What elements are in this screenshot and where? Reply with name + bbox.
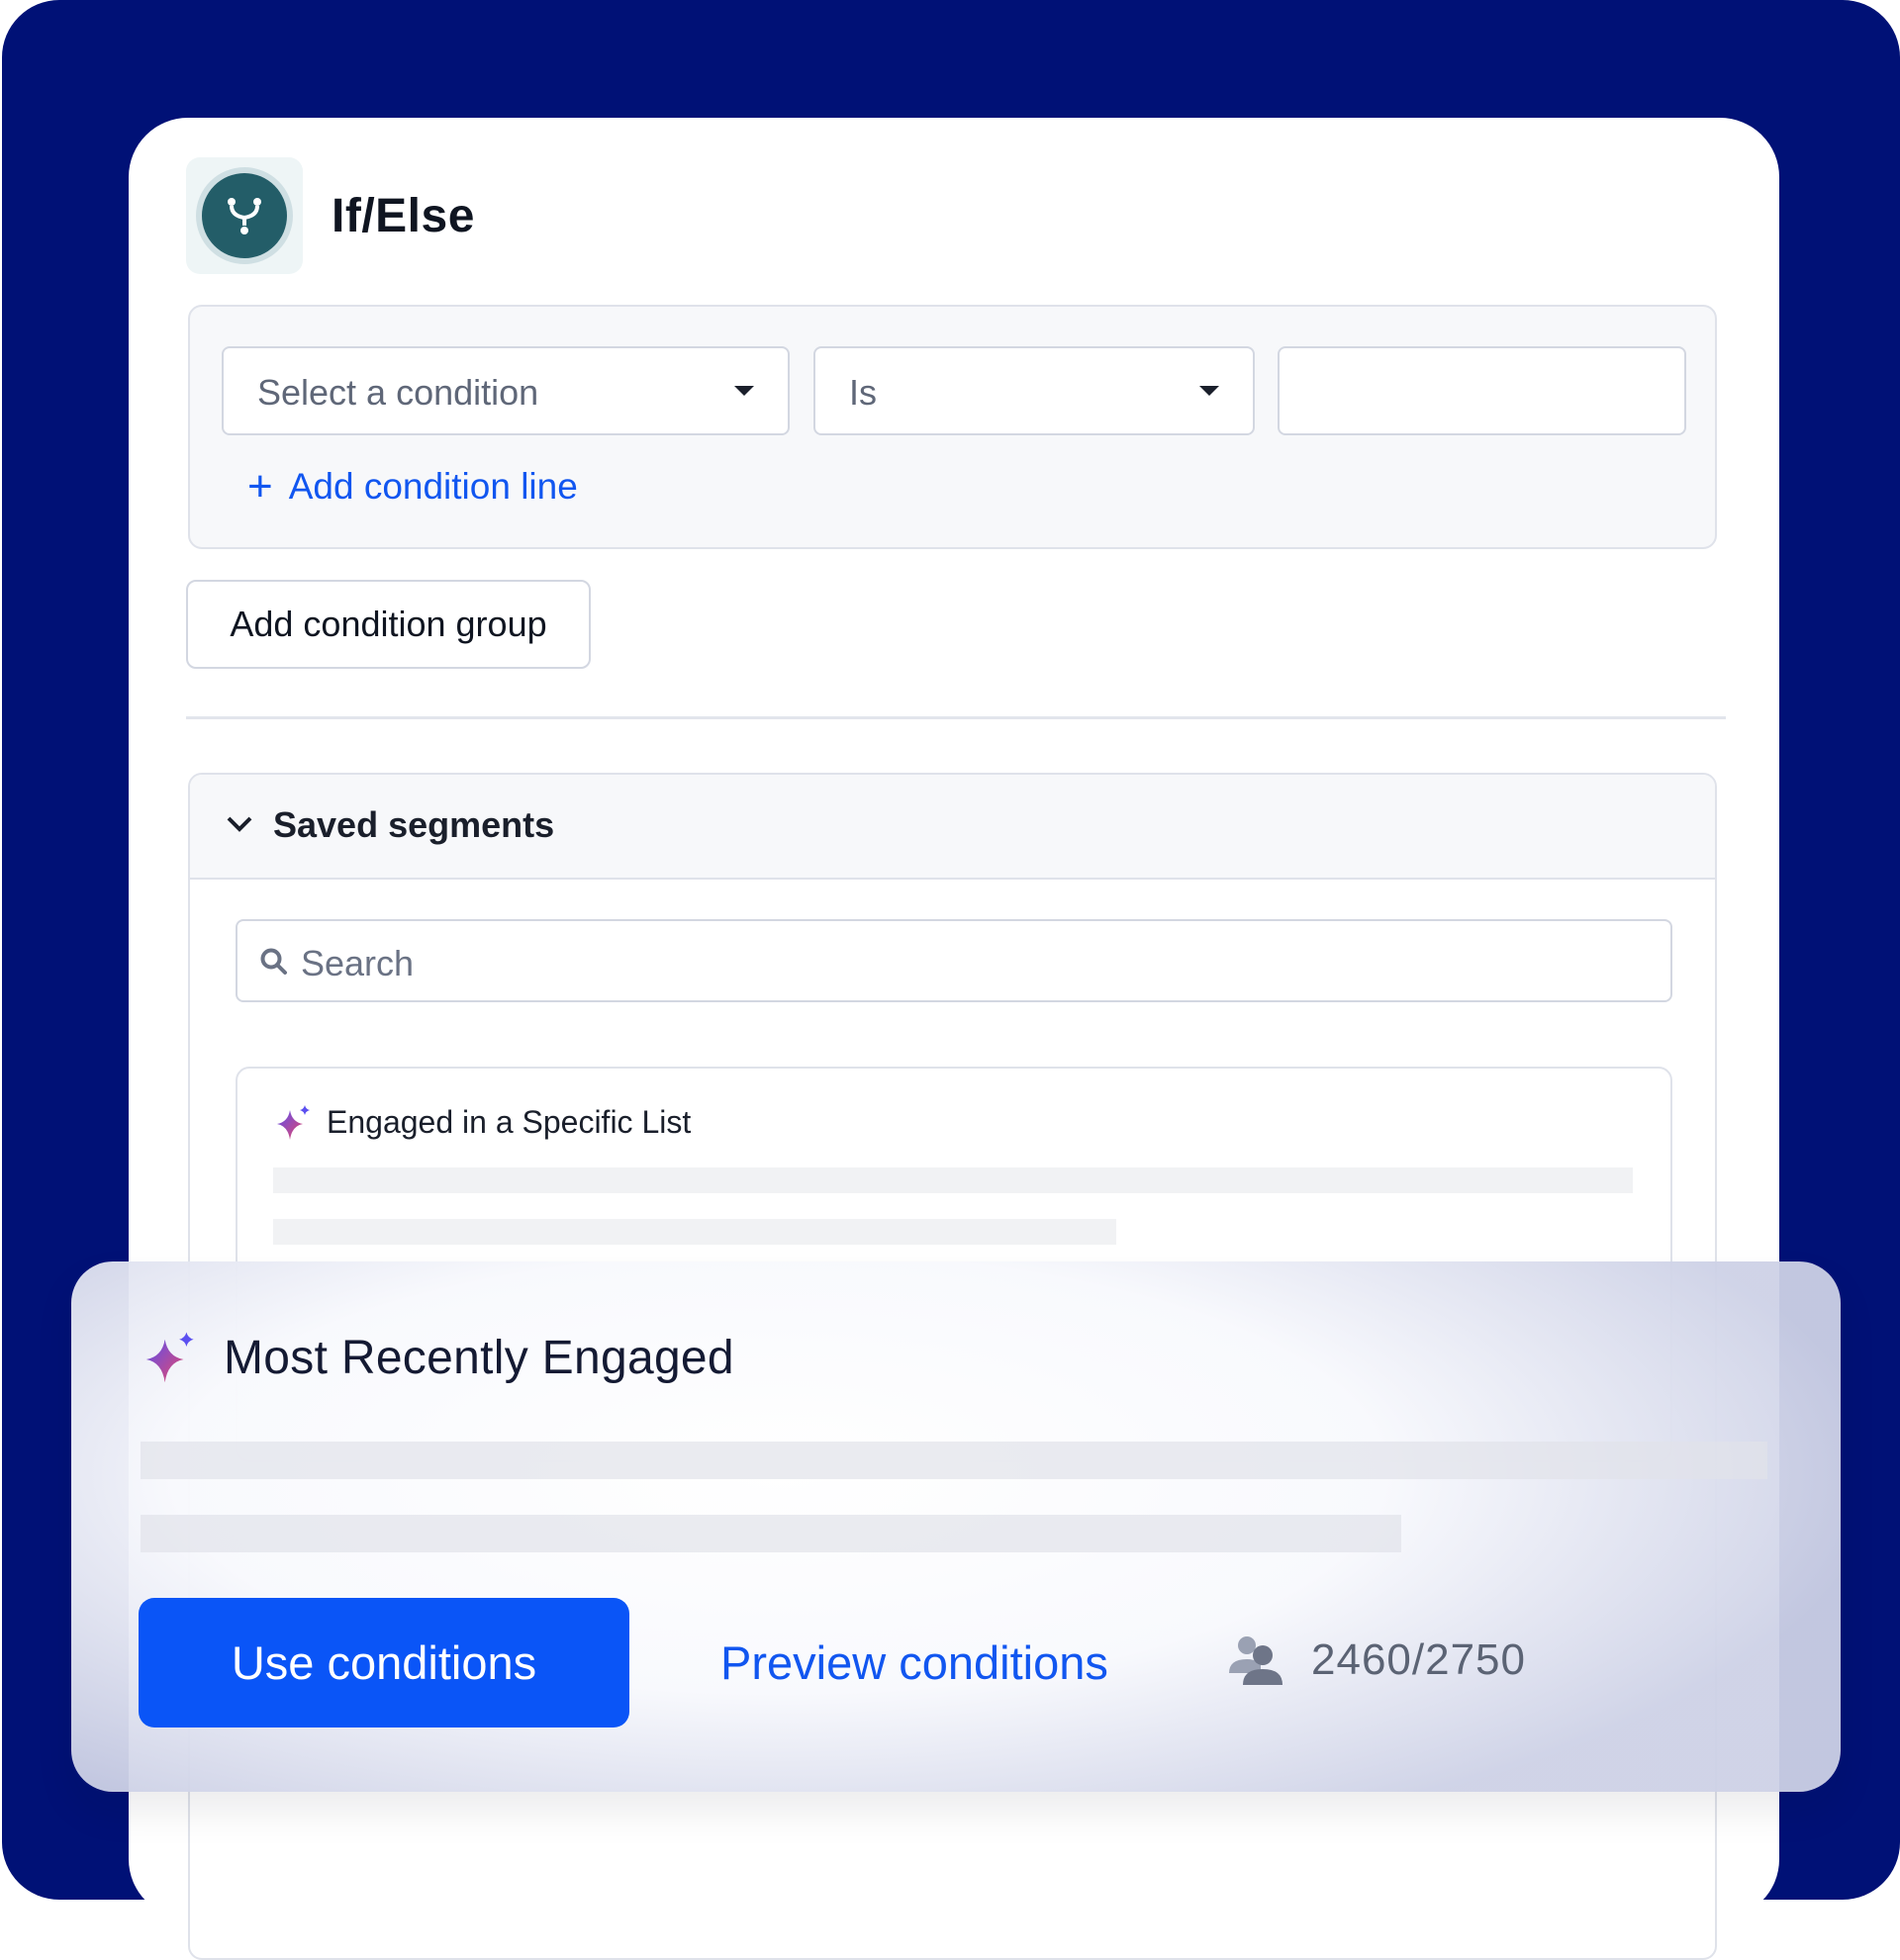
divider bbox=[186, 716, 1726, 719]
add-condition-group-button[interactable]: Add condition group bbox=[186, 580, 591, 669]
saved-segments-label: Saved segments bbox=[273, 804, 555, 845]
add-condition-line-label: Add condition line bbox=[288, 466, 578, 507]
branch-split-icon bbox=[202, 173, 287, 258]
segment-title: Most Recently Engaged bbox=[224, 1332, 734, 1384]
people-icon bbox=[1229, 1636, 1282, 1685]
search-icon bbox=[260, 948, 287, 975]
preview-conditions-link[interactable]: Preview conditions bbox=[720, 1635, 1108, 1690]
segment-name: Engaged in a Specific List bbox=[327, 1104, 692, 1140]
caret-down-icon bbox=[734, 386, 754, 396]
condition-group: Select a condition Is + Add condition li… bbox=[188, 305, 1717, 549]
skeleton-line bbox=[273, 1219, 1116, 1245]
search-placeholder: Search bbox=[301, 943, 415, 983]
operator-select-value: Is bbox=[849, 372, 878, 413]
sparkle-icon bbox=[145, 1332, 194, 1383]
plus-icon: + bbox=[247, 462, 273, 511]
skeleton-line bbox=[273, 1167, 1633, 1193]
audience-count: 2460/2750 bbox=[1311, 1635, 1526, 1684]
sparkle-icon bbox=[277, 1105, 310, 1140]
chevron-down-icon bbox=[227, 816, 252, 832]
caret-down-icon bbox=[1199, 386, 1219, 396]
add-condition-line-button[interactable]: + Add condition line bbox=[247, 465, 578, 509]
header-icon-container bbox=[186, 157, 303, 274]
highlighted-segment-card: Most Recently Engaged Use conditions Pre… bbox=[71, 1261, 1841, 1792]
condition-select[interactable]: Select a condition bbox=[222, 346, 790, 435]
search-input[interactable]: Search bbox=[236, 919, 1672, 1002]
operator-select[interactable]: Is bbox=[813, 346, 1255, 435]
saved-segments-header[interactable]: Saved segments bbox=[190, 775, 1715, 880]
skeleton-line bbox=[141, 1515, 1401, 1552]
condition-value-input[interactable] bbox=[1278, 346, 1686, 435]
skeleton-line bbox=[141, 1442, 1767, 1479]
page-title: If/Else bbox=[332, 190, 475, 242]
use-conditions-button[interactable]: Use conditions bbox=[139, 1598, 629, 1727]
condition-select-value: Select a condition bbox=[257, 372, 539, 413]
